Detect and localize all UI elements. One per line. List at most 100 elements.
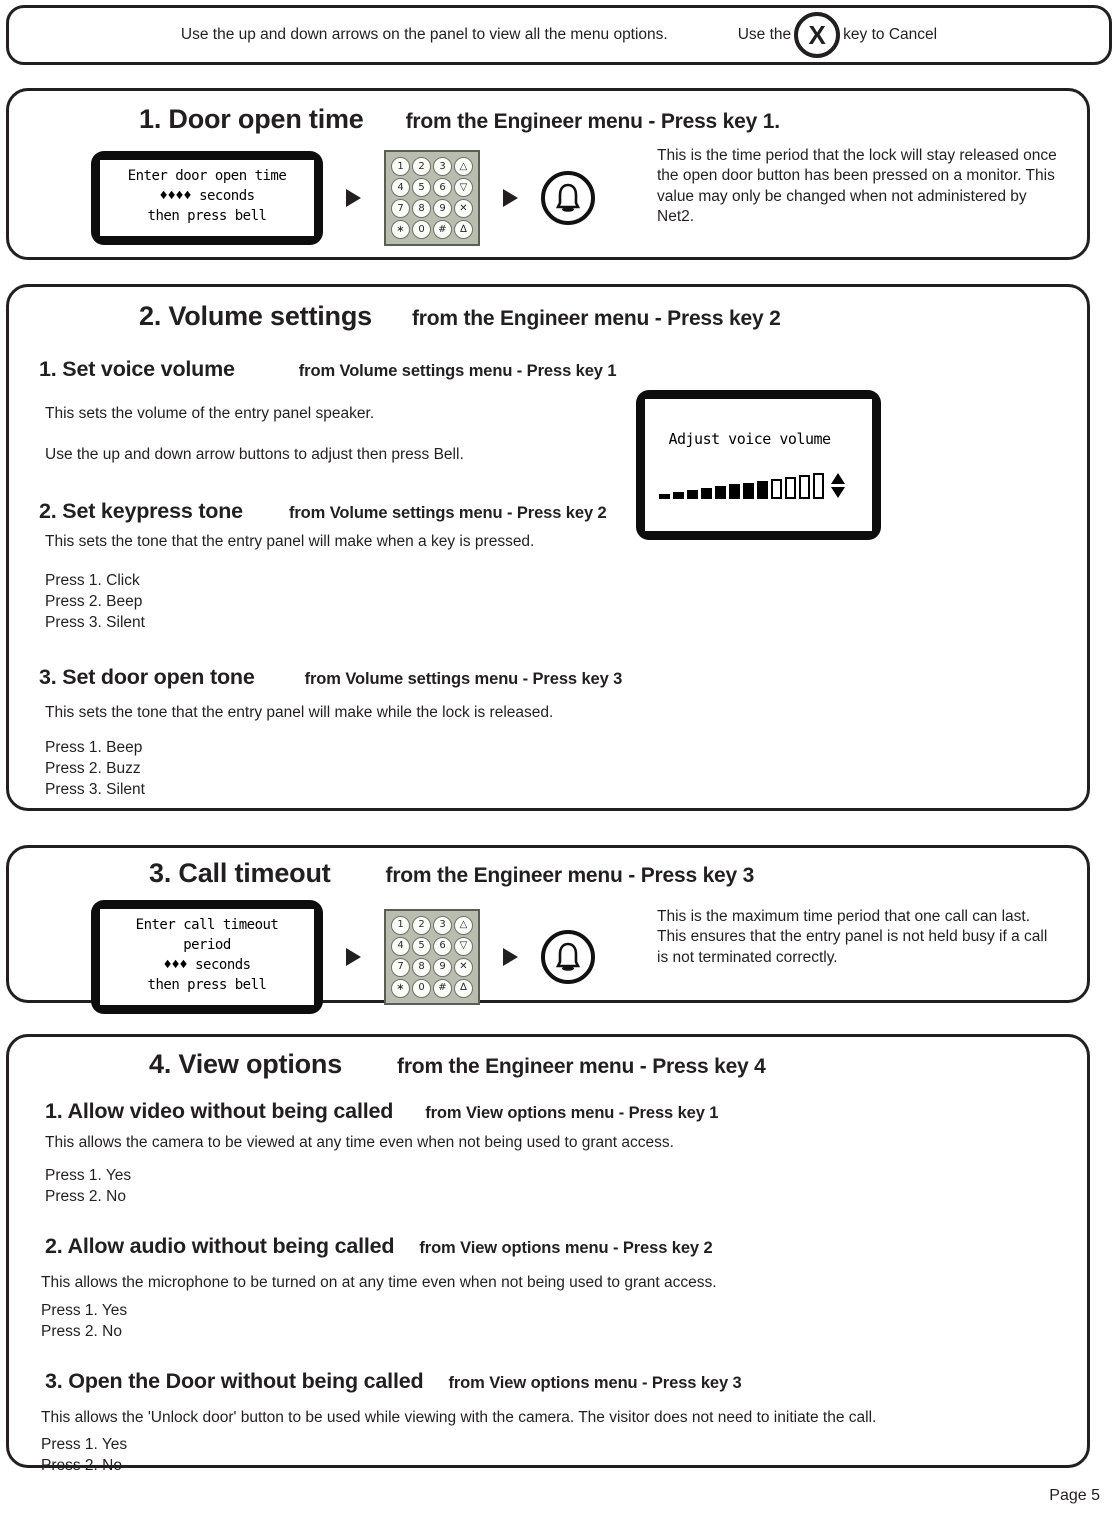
section-view-options: 4. View options from the Engineer menu -… [6,1034,1090,1474]
subsection-paragraph: This allows the microphone to be turned … [41,1274,717,1291]
volume-meter [659,473,858,500]
keypad-key: 5 [412,936,431,956]
volume-bar-empty [799,475,810,500]
keypad-key: 4 [391,178,410,197]
section-description: This is the maximum time period that one… [657,908,1048,966]
lcd-label: Adjust voice volume [668,429,831,448]
note-right-prefix: Use the [737,26,792,43]
keypad-key: 1 [391,157,410,176]
header-note-bar: Use the up and down arrows on the panel … [6,5,1112,65]
flow-arrow-icon [503,947,518,966]
subsection-paragraph: This allows the 'Unlock door' button to … [41,1409,877,1426]
section-subtitle: from the Engineer menu - Press key 4 [397,1055,766,1078]
section-title: 1. Door open time [139,104,364,134]
up-arrow-icon [831,473,845,485]
subsection-options: Press 1. Beep Press 2. Buzz Press 3. Sil… [45,739,145,798]
subsection-paragraph: This sets the volume of the entry panel … [45,405,375,422]
lcd-arrows [831,473,845,499]
keypad-key: ∗ [391,978,410,998]
section-subtitle: from the Engineer menu - Press key 3 [385,864,755,887]
subsection-paragraph: Use the up and down arrow buttons to adj… [45,446,464,463]
subsection-subtitle: from View options menu - Press key 1 [425,1104,719,1122]
section-title: 4. View options [149,1049,343,1079]
keypad-key: 7 [391,199,410,218]
keypad-key-cancel: ✕ [454,957,473,977]
subsection-title: 1. Set voice volume [39,357,235,381]
volume-bar-empty [813,473,824,500]
volume-bar-empty [771,479,782,500]
subsection-title: 3. Open the Door without being called [45,1369,424,1393]
keypad-key: 2 [412,915,431,935]
section-subtitle: from the Engineer menu - Press key 1. [405,110,780,133]
keypad-key-down-arrow: ▽ [454,178,473,197]
subsection-options: Press 1. Yes Press 2. No [45,1167,132,1205]
subsection-paragraph: This sets the tone that the entry panel … [45,533,535,550]
page-number: Page 5 [1049,1487,1100,1504]
bell-glyph [555,942,581,971]
subsection-options: Press 1. Yes Press 2. No [41,1436,128,1474]
down-arrow-icon [831,487,845,499]
subsection-title: 3. Set door open tone [39,665,255,689]
keypad-key: ∗ [391,220,410,239]
volume-bar-filled [743,483,754,500]
keypad-key: 3 [433,915,452,935]
flow-arrow-icon [346,189,361,207]
subsection-options: Press 1. Click Press 2. Beep Press 3. Si… [45,572,145,631]
section-door-open-time: 1. Door open time from the Engineer menu… [6,88,1090,260]
keypad-key: 0 [412,220,431,239]
keypad-key: # [433,220,452,239]
keypad-key: # [433,978,452,998]
subsection-subtitle: from Volume settings menu - Press key 2 [288,504,607,522]
flow-arrow-icon [346,947,361,966]
lcd-text: Enter call timeout period ♦♦♦ seconds th… [100,909,314,1005]
subsection-paragraph: This sets the tone that the entry panel … [45,704,554,721]
subsection-subtitle: from View options menu - Press key 2 [419,1239,713,1257]
keypad-key: 6 [433,936,452,956]
volume-bar-empty [785,477,796,500]
keypad-key-down-arrow: ▽ [454,936,473,956]
keypad-key: 5 [412,178,431,197]
note-right-group: Use the X key to Cancel [738,12,937,58]
keypad-key: 4 [391,936,410,956]
keypad-key: 9 [433,957,452,977]
keypad-key: 2 [412,157,431,176]
keypad-key: 1 [391,915,410,935]
subsection-title: 1. Allow video without being called [45,1099,394,1123]
volume-bar-filled [687,490,698,500]
subsection-subtitle: from View options menu - Press key 3 [448,1374,742,1392]
volume-bars [659,473,824,500]
section-call-timeout: 3. Call timeout from the Engineer menu -… [6,845,1090,1014]
lcd-text: Enter door open time ♦♦♦♦ seconds then p… [100,160,314,236]
keypad-key: 6 [433,178,452,197]
keypad-key-bell: ∆ [454,220,473,239]
subsection-subtitle: from Volume settings menu - Press key 1 [298,362,617,380]
keypad-key-cancel: ✕ [454,199,473,218]
section-title: 2. Volume settings [139,301,372,331]
keypad-key: 7 [391,957,410,977]
volume-bar-filled [673,492,684,500]
bell-icon [541,171,595,225]
note-left-text: Use the up and down arrows on the panel … [180,26,668,43]
keypad-key: 8 [412,199,431,218]
keypad-graphic-2: 1 2 3 △ 4 5 6 ▽ 7 8 9 ✕ ∗ 0 # ∆ [384,908,480,1005]
flow-arrow-icon [503,189,518,207]
keypad-key-bell: ∆ [454,978,473,998]
subsection-options: Press 1. Yes Press 2. No [41,1302,128,1340]
bell-icon [541,929,595,984]
keypad-key: 3 [433,157,452,176]
volume-bar-filled [757,481,768,500]
lcd-display-voice-volume: Adjust voice volume [636,390,881,540]
subsection-paragraph: This allows the camera to be viewed at a… [45,1134,674,1151]
lcd-display-door-open: Enter door open time ♦♦♦♦ seconds then p… [91,151,323,245]
note-right-suffix: key to Cancel [843,26,938,43]
volume-bar-filled [729,484,740,500]
subsection-title: 2. Set keypress tone [39,499,243,523]
volume-bar-filled [659,494,670,500]
volume-bar-filled [701,488,712,500]
section-volume-settings: 2. Volume settings from the Engineer men… [6,284,1090,811]
keypad-key-up-arrow: △ [454,157,473,176]
bell-glyph [555,183,581,212]
keypad-key-up-arrow: △ [454,915,473,935]
volume-bar-filled [715,486,726,500]
keypad-key: 0 [412,978,431,998]
